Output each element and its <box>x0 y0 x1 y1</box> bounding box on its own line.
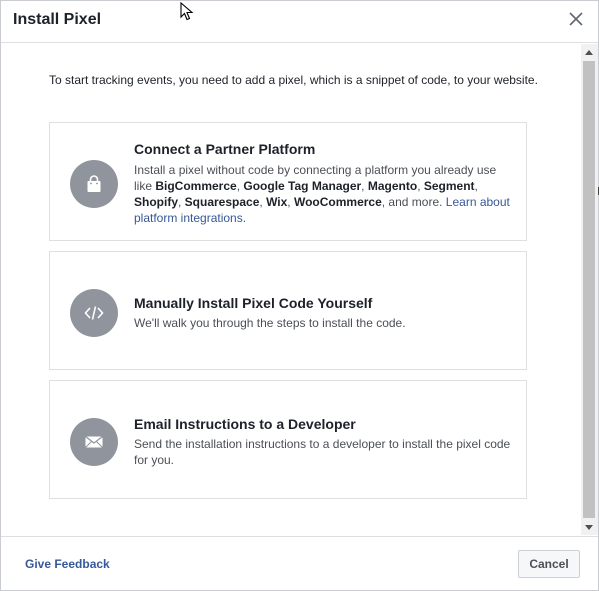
scroll-thumb[interactable] <box>583 61 595 518</box>
partner-squarespace: Squarespace <box>184 195 260 209</box>
partner-woocommerce: WooCommerce <box>293 195 382 209</box>
option-title: Connect a Partner Platform <box>134 141 316 157</box>
mouse-cursor-icon <box>180 2 194 21</box>
intro-text: To start tracking events, you need to ad… <box>49 73 538 87</box>
partner-wix: Wix <box>266 195 288 209</box>
manual-install-icon-circle <box>70 289 118 337</box>
scroll-down-arrow-icon[interactable] <box>585 525 593 530</box>
vertical-scrollbar[interactable] <box>581 44 598 535</box>
give-feedback-link[interactable]: Give Feedback <box>25 557 110 571</box>
option-manual-install[interactable]: Manually Install Pixel Code Yourself We'… <box>49 251 527 370</box>
dialog-footer: Give Feedback Cancel <box>1 536 598 590</box>
option-email-developer[interactable]: Email Instructions to a Developer Send t… <box>49 380 527 499</box>
dialog-body: To start tracking events, you need to ad… <box>1 44 581 535</box>
envelope-icon <box>85 436 103 448</box>
desc-sep: , <box>417 179 424 193</box>
partner-shopify: Shopify <box>134 195 178 209</box>
partner-segment: Segment <box>423 179 475 193</box>
desc-sep: , <box>474 179 478 193</box>
close-icon <box>569 12 583 26</box>
email-developer-icon-circle <box>70 418 118 466</box>
install-pixel-dialog: Install Pixel To start tracking events, … <box>0 0 599 591</box>
option-description: We'll walk you through the steps to inst… <box>134 316 406 330</box>
partner-bigcommerce: BigCommerce <box>155 179 237 193</box>
desc-sep: , <box>178 195 185 209</box>
scroll-up-arrow-icon[interactable] <box>585 50 593 55</box>
cancel-button[interactable]: Cancel <box>518 550 580 578</box>
close-button[interactable] <box>568 11 584 27</box>
option-partner-platform[interactable]: Connect a Partner Platform Install a pix… <box>49 122 527 241</box>
partner-magento: Magento <box>367 179 418 193</box>
desc-sep: , <box>287 195 294 209</box>
option-title: Manually Install Pixel Code Yourself <box>134 295 373 311</box>
option-title: Email Instructions to a Developer <box>134 416 356 432</box>
shopping-bag-icon <box>87 175 101 192</box>
option-description: Send the installation instructions to a … <box>134 437 511 467</box>
partner-google-tag-manager: Google Tag Manager <box>243 179 362 193</box>
dialog-title: Install Pixel <box>13 11 102 28</box>
partner-platform-icon-circle <box>70 160 118 208</box>
desc-text: , and more. <box>381 195 446 209</box>
dialog-header: Install Pixel <box>1 1 598 43</box>
option-description: Install a pixel without code by connecti… <box>134 162 516 226</box>
desc-sep: , <box>361 179 368 193</box>
code-icon <box>84 306 104 320</box>
